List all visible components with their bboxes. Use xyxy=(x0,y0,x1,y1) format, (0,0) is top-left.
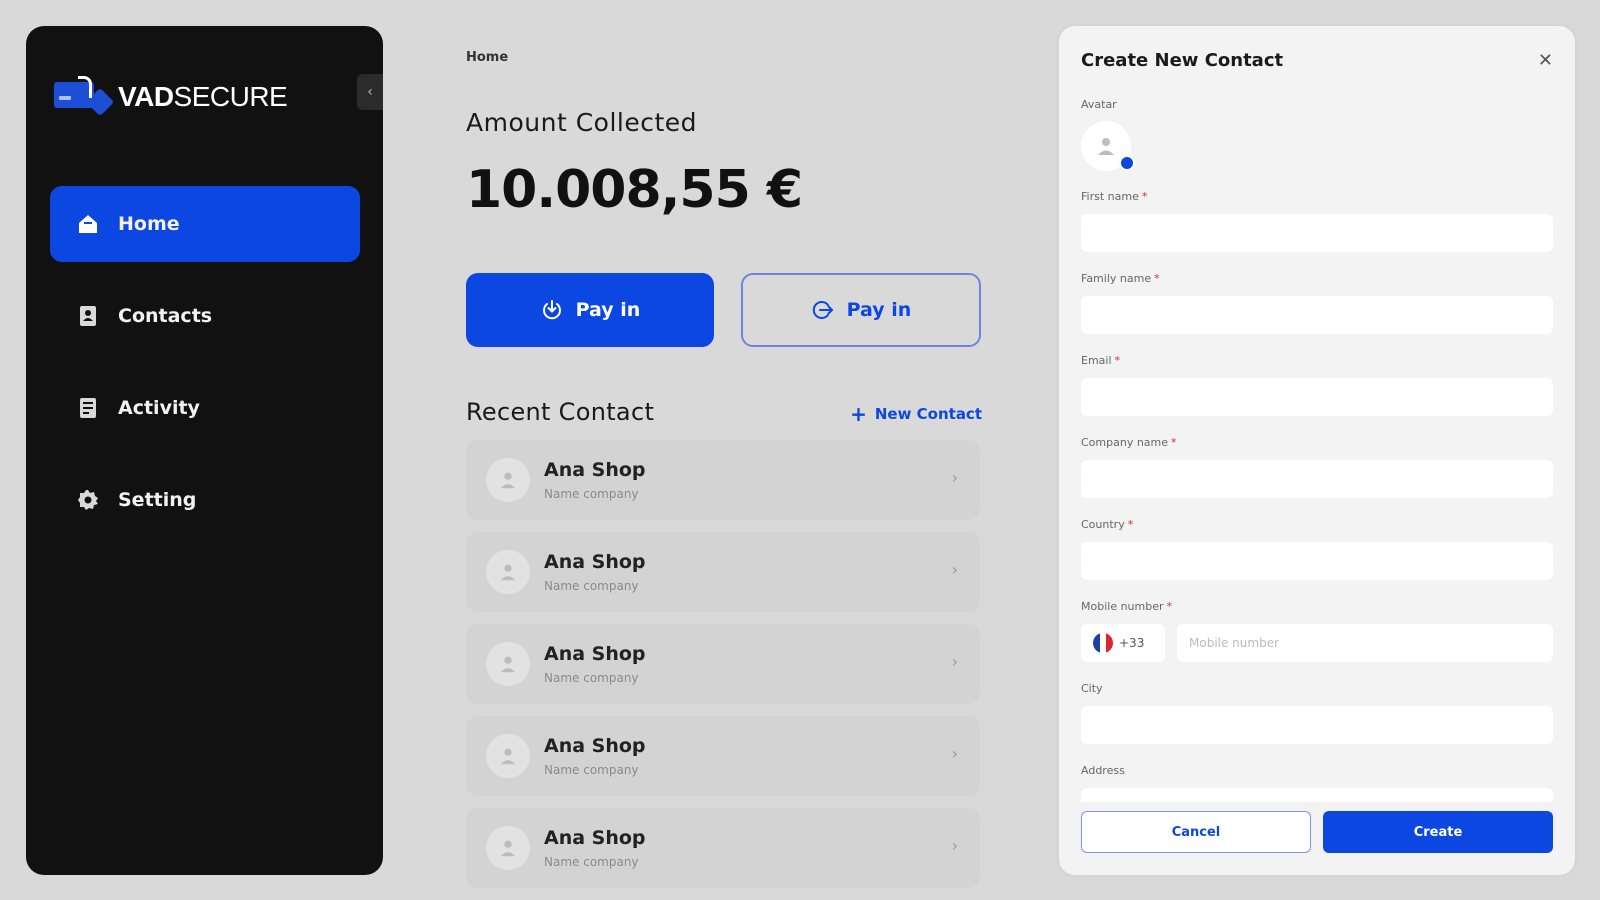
avatar-label: Avatar xyxy=(1081,98,1117,111)
user-icon xyxy=(486,826,530,870)
close-icon[interactable]: ✕ xyxy=(1538,50,1553,71)
company-name-label: Company name * xyxy=(1081,436,1177,449)
family-name-field-group: Family name * xyxy=(1081,272,1553,334)
dial-code-select[interactable]: +33 xyxy=(1081,624,1165,662)
create-button[interactable]: Create xyxy=(1323,811,1553,853)
sidebar: VADSECURE ‹ Home Contacts Activity Setti… xyxy=(26,26,383,875)
family-name-input[interactable] xyxy=(1081,296,1553,334)
contacts-icon xyxy=(76,304,100,328)
city-field-group: City xyxy=(1081,682,1553,744)
recent-contact-list: Ana Shop Name company › Ana Shop Name co… xyxy=(466,440,980,900)
brand-name-bold: VAD xyxy=(118,81,174,112)
avatar-upload[interactable] xyxy=(1081,121,1135,171)
list-item[interactable]: Ana Shop Name company › xyxy=(466,440,980,520)
breadcrumb[interactable]: Home xyxy=(466,50,508,65)
recent-contact-title: Recent Contact xyxy=(466,398,655,426)
activity-icon xyxy=(76,396,100,420)
email-field-group: Email * xyxy=(1081,354,1553,416)
sidebar-item-label: Contacts xyxy=(118,305,213,327)
contact-company: Name company xyxy=(544,579,639,593)
city-input[interactable] xyxy=(1081,706,1553,744)
pay-in-outline-label: Pay in xyxy=(846,299,912,321)
contact-company: Name company xyxy=(544,487,639,501)
plus-icon: + xyxy=(850,402,867,426)
sidebar-collapse-button[interactable]: ‹ xyxy=(357,74,383,110)
pay-in-outline-button[interactable]: Pay in xyxy=(741,273,981,347)
contact-name: Ana Shop xyxy=(544,459,646,481)
amount-value: 10.008,55 € xyxy=(466,160,803,220)
country-input[interactable] xyxy=(1081,542,1553,580)
family-name-label: Family name * xyxy=(1081,272,1160,285)
brand-name-light: SECURE xyxy=(173,81,288,112)
user-icon xyxy=(1098,138,1114,155)
brand-logo[interactable]: VADSECURE xyxy=(54,72,288,122)
contact-company: Name company xyxy=(544,671,639,685)
company-name-field-group: Company name * xyxy=(1081,436,1553,498)
city-label: City xyxy=(1081,682,1103,695)
pay-in-button[interactable]: Pay in xyxy=(466,273,714,347)
address-input-clip xyxy=(1081,788,1553,802)
list-item[interactable]: Ana Shop Name company › xyxy=(466,716,980,796)
dial-code: +33 xyxy=(1119,636,1145,650)
address-label: Address xyxy=(1081,764,1125,777)
mobile-field-group: Mobile number * +33 xyxy=(1081,600,1553,662)
address-input[interactable] xyxy=(1081,788,1553,802)
chevron-right-icon: › xyxy=(951,560,958,579)
main-content: Home Amount Collected 10.008,55 € Pay in… xyxy=(466,0,982,900)
contact-name: Ana Shop xyxy=(544,827,646,849)
first-name-field-group: First name * xyxy=(1081,190,1553,252)
user-icon xyxy=(486,734,530,778)
pay-in-icon xyxy=(540,298,564,322)
sidebar-item-label: Setting xyxy=(118,489,197,511)
chevron-right-icon: › xyxy=(951,836,958,855)
address-field-group: Address xyxy=(1081,764,1553,788)
user-icon xyxy=(486,550,530,594)
new-contact-label: New Contact xyxy=(874,405,982,423)
brand-name: VADSECURE xyxy=(118,81,288,113)
logo-mark-icon xyxy=(54,76,116,118)
create-contact-panel: Create New Contact ✕ Avatar First name * … xyxy=(1059,26,1575,875)
contact-company: Name company xyxy=(544,855,639,869)
list-item[interactable]: Ana Shop Name company › xyxy=(466,624,980,704)
user-icon xyxy=(486,458,530,502)
contact-name: Ana Shop xyxy=(544,643,646,665)
sidebar-item-contacts[interactable]: Contacts xyxy=(50,278,360,354)
mobile-label: Mobile number * xyxy=(1081,600,1173,613)
contact-company: Name company xyxy=(544,763,639,777)
gear-icon xyxy=(76,488,100,512)
country-label: Country * xyxy=(1081,518,1134,531)
login-icon xyxy=(811,298,835,322)
panel-title: Create New Contact xyxy=(1081,50,1284,71)
country-field-group: Country * xyxy=(1081,518,1553,580)
new-contact-link[interactable]: + New Contact xyxy=(850,404,982,424)
amount-label: Amount Collected xyxy=(466,108,698,137)
first-name-input[interactable] xyxy=(1081,214,1553,252)
contact-name: Ana Shop xyxy=(544,735,646,757)
chevron-right-icon: › xyxy=(951,652,958,671)
list-item[interactable]: Ana Shop Name company › xyxy=(466,532,980,612)
first-name-label: First name * xyxy=(1081,190,1148,203)
cancel-button[interactable]: Cancel xyxy=(1081,811,1311,853)
contact-name: Ana Shop xyxy=(544,551,646,573)
sidebar-item-label: Activity xyxy=(118,397,200,419)
edit-badge-icon xyxy=(1119,155,1135,171)
chevron-right-icon: › xyxy=(951,468,958,487)
sidebar-nav: Home Contacts Activity Setting xyxy=(50,186,360,554)
france-flag-icon xyxy=(1093,633,1113,653)
home-icon xyxy=(76,212,100,236)
company-name-input[interactable] xyxy=(1081,460,1553,498)
list-item[interactable]: Ana Shop Name company › xyxy=(466,808,980,888)
email-input[interactable] xyxy=(1081,378,1553,416)
pay-in-label: Pay in xyxy=(575,299,641,321)
sidebar-item-label: Home xyxy=(118,213,180,235)
email-label: Email * xyxy=(1081,354,1121,367)
user-icon xyxy=(486,642,530,686)
sidebar-item-activity[interactable]: Activity xyxy=(50,370,360,446)
chevron-right-icon: › xyxy=(951,744,958,763)
sidebar-item-setting[interactable]: Setting xyxy=(50,462,360,538)
mobile-number-input[interactable] xyxy=(1177,624,1553,662)
chevron-left-icon: ‹ xyxy=(367,84,373,100)
sidebar-item-home[interactable]: Home xyxy=(50,186,360,262)
